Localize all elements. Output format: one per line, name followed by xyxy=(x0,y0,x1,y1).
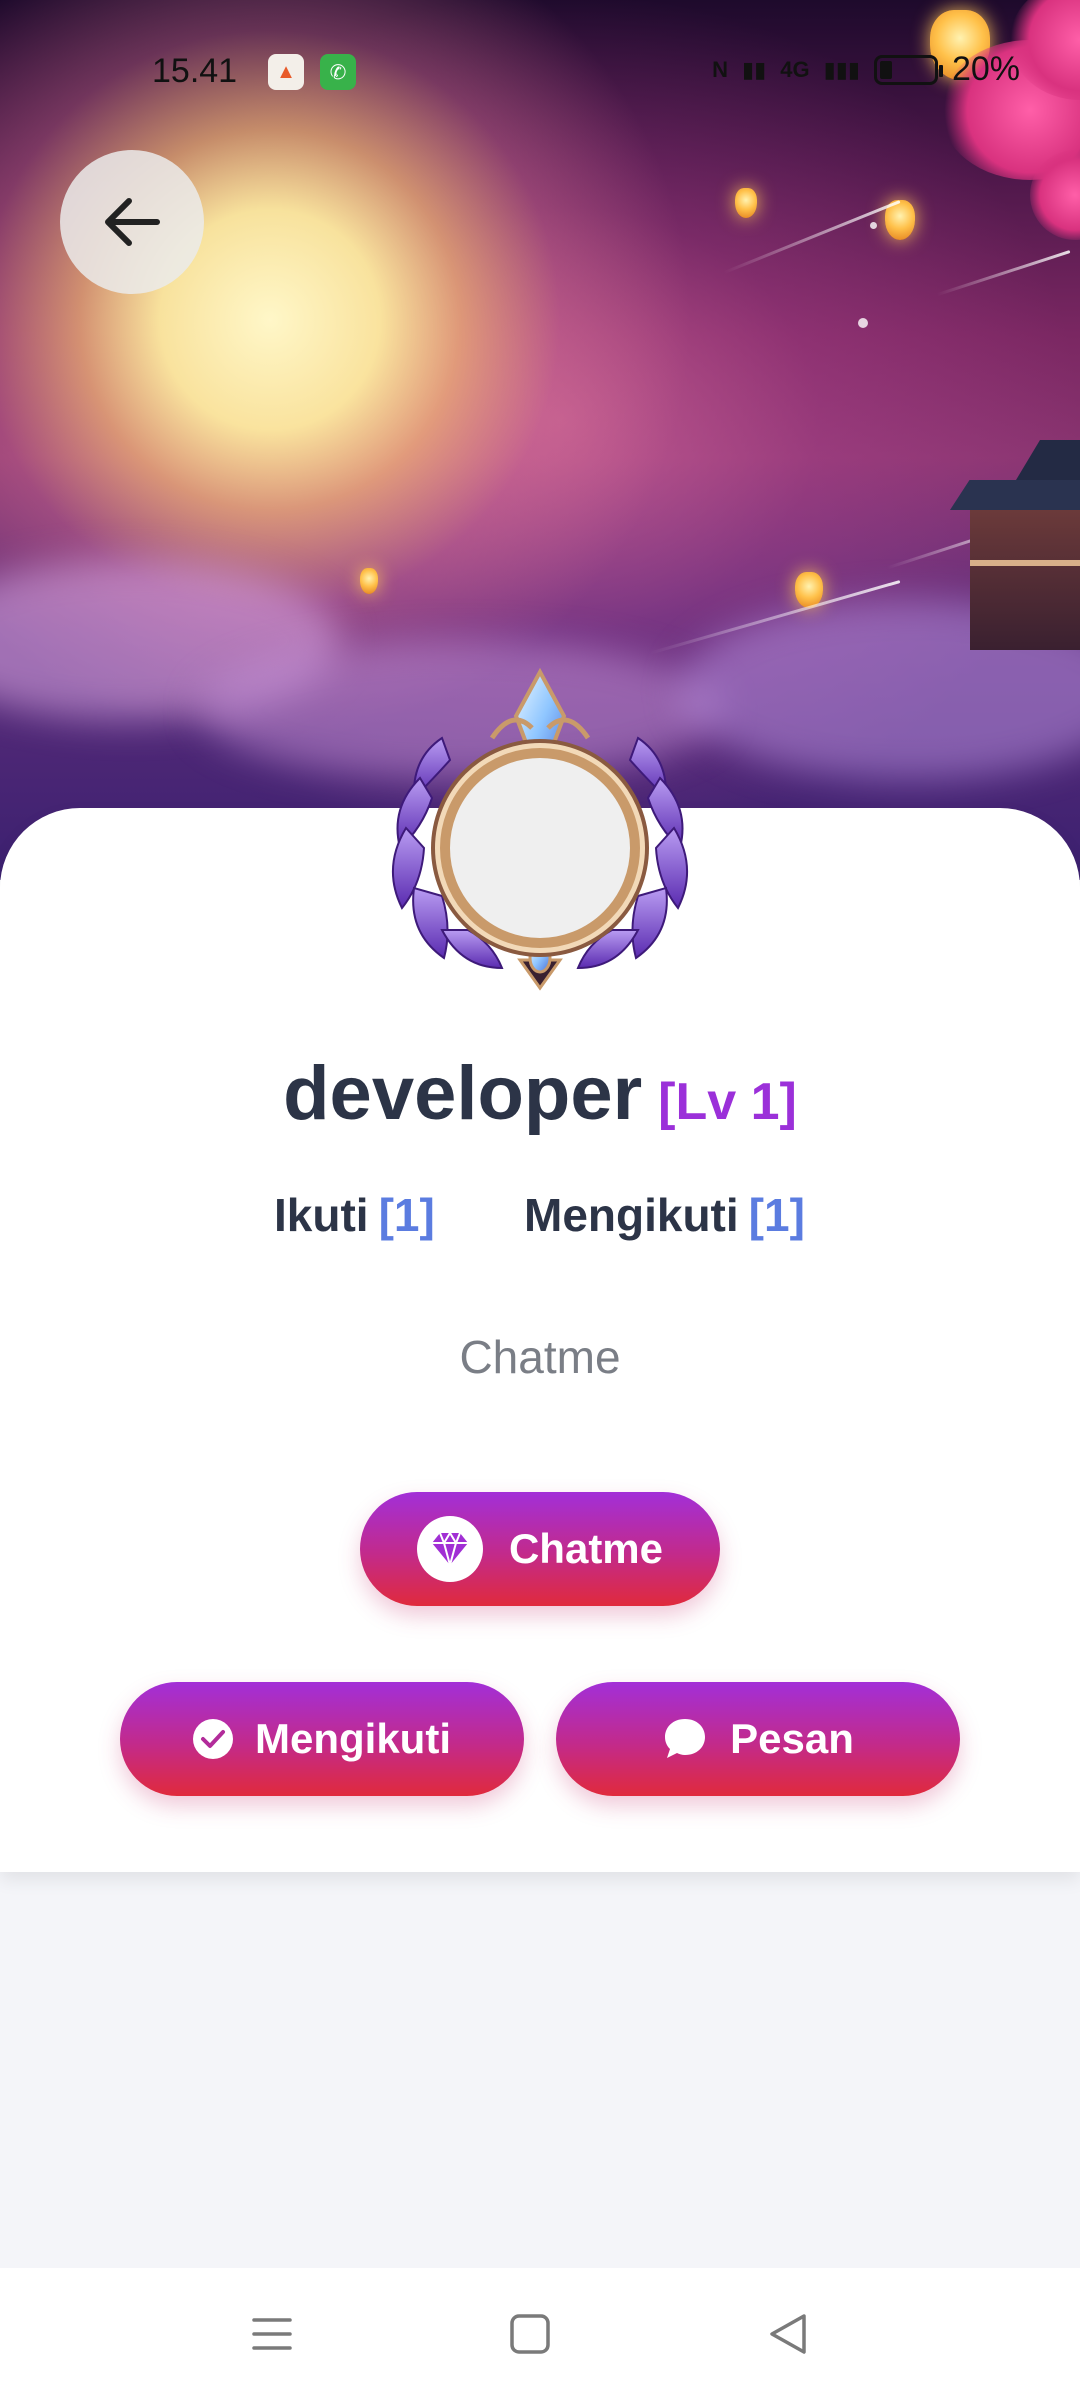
avatar-image xyxy=(440,748,640,948)
profile-bio: Chatme xyxy=(459,1331,621,1383)
check-circle-icon xyxy=(193,1719,233,1759)
back-button[interactable] xyxy=(60,150,204,294)
menu-icon xyxy=(252,2318,292,2350)
chat-bubble-icon xyxy=(662,1716,708,1762)
avatar[interactable] xyxy=(372,668,708,998)
back-nav-button[interactable] xyxy=(758,2308,818,2360)
following-label: Ikuti xyxy=(274,1189,369,1241)
followers-stat[interactable]: Mengikuti [1] xyxy=(524,1188,805,1242)
status-indicators: N ▮▮ 4G ▮▮▮ 20% xyxy=(712,50,1020,89)
username-row: developer [Lv 1] xyxy=(0,1050,1080,1137)
chatme-button[interactable]: Chatme xyxy=(360,1492,720,1606)
nfc-icon: N xyxy=(712,56,729,82)
lantern-decoration xyxy=(360,568,378,594)
menu-button[interactable] xyxy=(242,2308,302,2360)
network-type: 4G xyxy=(780,56,810,82)
home-button[interactable] xyxy=(500,2308,560,2360)
chatme-button-label: Chatme xyxy=(508,1525,664,1572)
followers-count: [1] xyxy=(748,1189,805,1241)
phone-app-icon: ✆ xyxy=(320,54,356,90)
square-icon xyxy=(510,2314,550,2354)
signal-icon: ▮▮▮ xyxy=(823,56,860,82)
status-time: 15.41 xyxy=(152,52,238,90)
triangle-back-icon xyxy=(770,2314,806,2354)
system-navigation-bar xyxy=(0,2268,1080,2400)
star-decoration xyxy=(858,318,868,328)
lantern-decoration xyxy=(735,188,757,218)
arrow-left-icon xyxy=(105,198,160,246)
message-button-label: Pesan xyxy=(730,1715,854,1762)
shooting-star xyxy=(936,250,1071,297)
username: developer xyxy=(283,1051,643,1136)
message-button[interactable]: Pesan xyxy=(556,1682,960,1796)
battery-icon xyxy=(873,54,943,85)
star-decoration xyxy=(870,222,877,229)
following-button-label: Mengikuti xyxy=(255,1715,451,1762)
following-button[interactable]: Mengikuti xyxy=(120,1682,524,1796)
followers-label: Mengikuti xyxy=(524,1189,739,1241)
following-count: [1] xyxy=(378,1189,435,1241)
following-stat[interactable]: Ikuti [1] xyxy=(274,1188,435,1242)
pavilion-decoration xyxy=(950,440,1080,710)
status-bar: 15.41 ▲ ✆ N ▮▮ 4G ▮▮▮ 20% xyxy=(0,0,1080,140)
game-app-icon: ▲ xyxy=(268,54,304,90)
battery-percent: 20% xyxy=(951,50,1020,88)
level-badge: [Lv 1] xyxy=(658,1073,797,1131)
diamond-icon xyxy=(416,1516,483,1582)
signal-icon: ▮▮ xyxy=(742,56,767,82)
